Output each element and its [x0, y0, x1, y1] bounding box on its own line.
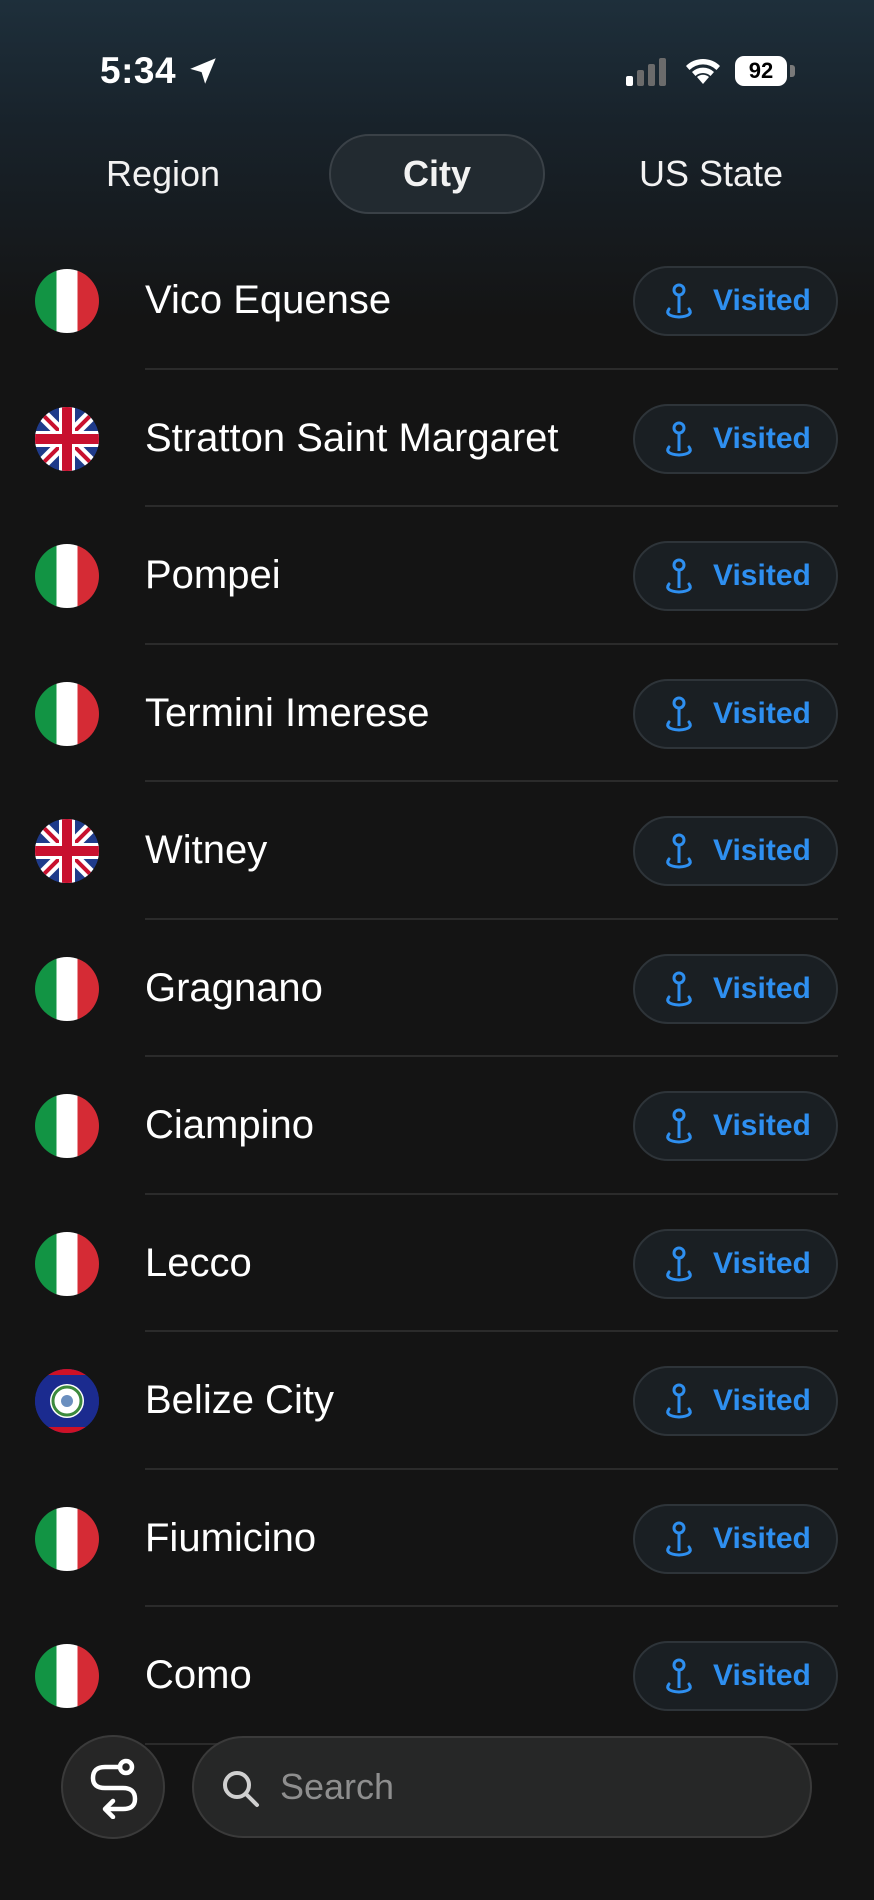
pin-icon [666, 558, 692, 594]
city-name: Termini Imerese [145, 690, 430, 735]
visited-label: Visited [713, 696, 811, 730]
italy-flag-icon [35, 1231, 99, 1296]
visited-button[interactable]: Visited [633, 1503, 838, 1574]
list-item[interactable]: Fiumicino Visited [0, 1470, 874, 1607]
tab-us-state[interactable]: US State [610, 134, 812, 214]
visited-label: Visited [713, 1246, 811, 1280]
route-button[interactable] [61, 1735, 165, 1839]
visited-label: Visited [713, 1659, 811, 1692]
tab-city[interactable]: City [329, 134, 545, 214]
list-item[interactable]: Ciampino Visited [0, 1057, 874, 1195]
city-name: Gragnano [145, 965, 323, 1010]
pin-icon [666, 1108, 692, 1144]
pin-icon [666, 833, 692, 869]
visited-button[interactable]: Visited [633, 1366, 838, 1436]
list-item[interactable]: Lecco Visited [0, 1195, 874, 1332]
visited-button[interactable]: Visited [633, 403, 838, 474]
visited-label: Visited [713, 284, 811, 317]
battery-tip [790, 65, 795, 77]
italy-flag-icon [35, 1644, 99, 1708]
pin-icon [666, 421, 692, 457]
pin-icon [666, 1521, 692, 1557]
uk-flag-icon [35, 819, 99, 883]
list-item[interactable]: Witney Visited [0, 782, 874, 920]
visited-label: Visited [713, 1521, 811, 1555]
italy-flag-icon [35, 544, 99, 608]
city-name: Vico Equense [145, 278, 392, 322]
visited-label: Visited [713, 421, 811, 455]
location-arrow-icon [190, 58, 216, 84]
pin-icon [666, 971, 692, 1007]
italy-flag-icon [35, 1094, 99, 1158]
city-name: Ciampino [145, 1103, 314, 1147]
city-name: Lecco [145, 1240, 252, 1285]
wifi-icon [686, 58, 720, 84]
city-name: Stratton Saint Margaret [145, 415, 559, 460]
visited-label: Visited [713, 834, 811, 867]
pin-icon [666, 1658, 692, 1694]
list-item[interactable]: Vico Equense Visited [0, 232, 874, 370]
visited-label: Visited [713, 971, 811, 1005]
list-item[interactable]: Stratton Saint Margaret Visited [0, 370, 874, 507]
list-item[interactable]: Termini Imerese Visited [0, 645, 874, 782]
search-bar[interactable] [192, 1736, 812, 1838]
list-item[interactable]: Pompei Visited [0, 507, 874, 645]
pin-icon [666, 283, 692, 319]
search-input[interactable] [280, 1738, 780, 1836]
pin-icon [666, 1246, 692, 1282]
visited-label: Visited [713, 1109, 811, 1142]
visited-button[interactable]: Visited [633, 1228, 838, 1299]
city-name: Belize City [145, 1378, 334, 1422]
visited-button[interactable]: Visited [633, 1091, 838, 1161]
visited-button[interactable]: Visited [633, 541, 838, 611]
visited-button[interactable]: Visited [633, 678, 838, 749]
search-icon [223, 1771, 259, 1807]
status-time: 5:34 [100, 50, 177, 91]
italy-flag-icon [35, 269, 99, 333]
list-item[interactable]: Belize City Visited [0, 1332, 874, 1470]
visited-button[interactable]: Visited [633, 816, 838, 886]
city-name: Pompei [145, 553, 281, 597]
list-item[interactable]: Gragnano Visited [0, 920, 874, 1057]
pin-icon [666, 696, 692, 732]
segmented-control: Region City US State [0, 134, 874, 214]
cellular-signal-icon [626, 58, 666, 86]
city-name: Fiumicino [145, 1515, 317, 1560]
list-item[interactable]: Como Visited [0, 1607, 874, 1745]
visited-button[interactable]: Visited [633, 1641, 838, 1711]
visited-button[interactable]: Visited [633, 266, 838, 336]
belize-flag-icon [35, 1369, 99, 1433]
pin-icon [666, 1383, 692, 1419]
tab-region[interactable]: Region [60, 134, 266, 214]
city-name: Como [145, 1653, 252, 1697]
city-name: Witney [145, 828, 268, 872]
italy-flag-icon [35, 681, 99, 746]
visited-button[interactable]: Visited [633, 953, 838, 1024]
italy-flag-icon [35, 956, 99, 1021]
uk-flag-icon [35, 406, 99, 471]
italy-flag-icon [35, 1506, 99, 1571]
battery-indicator: 92 [735, 56, 787, 86]
route-icon [90, 1758, 138, 1819]
visited-label: Visited [713, 559, 811, 592]
visited-label: Visited [713, 1384, 811, 1417]
status-bar: 5:34 92 [0, 0, 874, 140]
